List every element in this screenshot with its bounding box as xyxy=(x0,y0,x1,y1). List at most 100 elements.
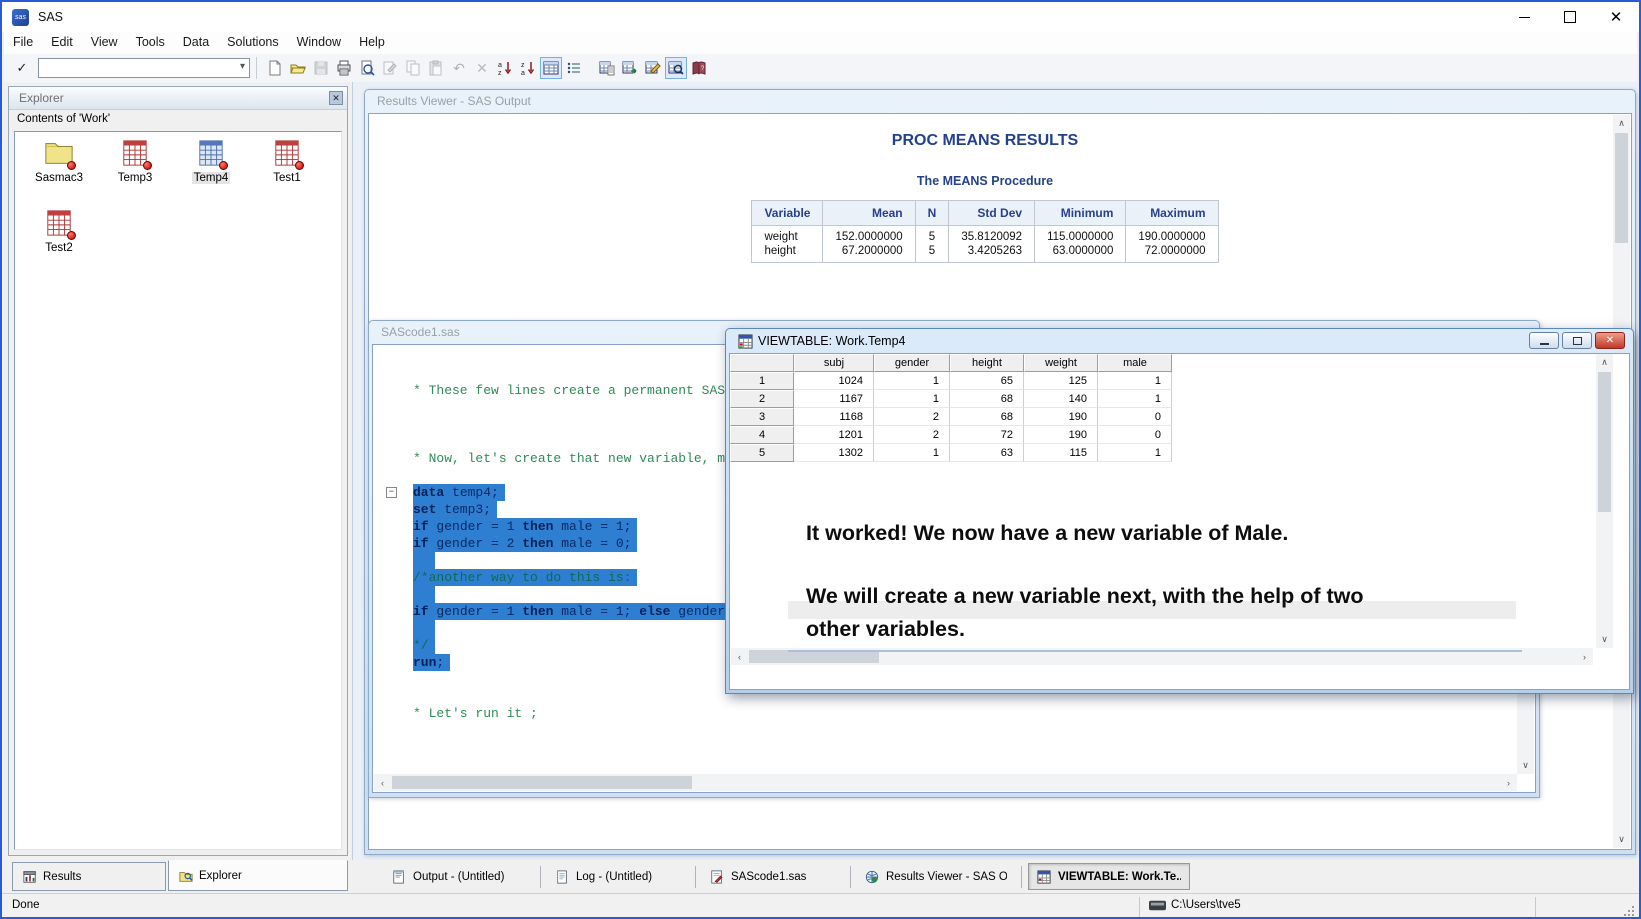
copy-icon[interactable] xyxy=(402,57,424,79)
viewtable-col-height[interactable]: height xyxy=(950,354,1024,372)
scroll-down-icon[interactable]: ∨ xyxy=(1613,831,1630,848)
code-line-19[interactable]: * Let's run it ; xyxy=(413,705,1535,722)
help-book-icon[interactable]: ? xyxy=(688,57,710,79)
viewtable-cell[interactable]: 0 xyxy=(1098,426,1172,444)
row-number-cell[interactable]: 4 xyxy=(730,426,794,444)
viewtable-cell[interactable]: 1024 xyxy=(794,372,874,390)
viewtable-cell[interactable]: 1 xyxy=(874,444,950,462)
scroll-right-icon[interactable]: › xyxy=(1576,648,1593,665)
menu-item-tools[interactable]: Tools xyxy=(127,32,174,54)
scroll-down-icon[interactable]: ∨ xyxy=(1517,757,1534,774)
row-number-cell[interactable]: 3 xyxy=(730,408,794,426)
viewtable-cell[interactable]: 190 xyxy=(1024,426,1098,444)
scroll-left-icon[interactable]: ‹ xyxy=(731,648,748,665)
viewtable-corner-cell[interactable] xyxy=(730,354,794,372)
paste-icon[interactable] xyxy=(425,57,447,79)
viewtable-cell[interactable]: 0 xyxy=(1098,408,1172,426)
menu-item-edit[interactable]: Edit xyxy=(42,32,82,54)
viewtable-cell[interactable]: 63 xyxy=(950,444,1024,462)
paste-table-icon[interactable] xyxy=(619,57,641,79)
viewtable-minimize-button[interactable] xyxy=(1529,332,1559,349)
edit-note-icon[interactable] xyxy=(379,57,401,79)
editor-hscrollbar[interactable]: ‹ › xyxy=(374,774,1517,791)
command-combobox[interactable]: ▾ xyxy=(38,58,250,78)
list-view-icon[interactable] xyxy=(563,57,585,79)
explorer-item-sasmac3[interactable]: Sasmac3 xyxy=(23,138,95,186)
explorer-item-test2[interactable]: Test2 xyxy=(23,208,95,256)
menu-item-file[interactable]: File xyxy=(4,32,42,54)
explorer-item-temp4[interactable]: Temp4 xyxy=(175,138,247,186)
menu-item-solutions[interactable]: Solutions xyxy=(218,32,287,54)
table-view-icon[interactable] xyxy=(540,57,562,79)
taskbar-button-1[interactable]: Output - (Untitled) xyxy=(384,863,534,890)
save-icon[interactable] xyxy=(310,57,332,79)
viewtable-cell[interactable]: 65 xyxy=(950,372,1024,390)
taskbar-button-5[interactable]: VIEWTABLE: Work.Te... xyxy=(1028,863,1190,890)
menu-item-view[interactable]: View xyxy=(82,32,127,54)
viewtable-col-subj[interactable]: subj xyxy=(794,354,874,372)
chevron-down-icon[interactable]: ▾ xyxy=(240,61,245,72)
scroll-up-icon[interactable]: ∧ xyxy=(1596,354,1613,371)
undo-icon[interactable]: ↶ xyxy=(448,57,470,79)
scroll-down-icon[interactable]: ∨ xyxy=(1596,631,1613,648)
viewtable-cell[interactable]: 68 xyxy=(950,408,1024,426)
view-table-icon[interactable] xyxy=(665,57,687,79)
viewtable-cell[interactable]: 72 xyxy=(950,426,1024,444)
viewtable-cell[interactable]: 1167 xyxy=(794,390,874,408)
viewtable-cell[interactable]: 1 xyxy=(1098,372,1172,390)
viewtable-close-button[interactable]: ✕ xyxy=(1595,332,1625,349)
working-directory[interactable]: C:\Users\tve5 xyxy=(1149,899,1241,911)
submit-command-icon[interactable]: ✓ xyxy=(12,58,32,78)
open-folder-icon[interactable] xyxy=(287,57,309,79)
viewtable-cell[interactable]: 115 xyxy=(1024,444,1098,462)
viewtable-cell[interactable]: 1302 xyxy=(794,444,874,462)
viewtable-cell[interactable]: 2 xyxy=(874,408,950,426)
viewtable-cell[interactable]: 125 xyxy=(1024,372,1098,390)
sort-descending-icon[interactable]: za xyxy=(517,57,539,79)
minimize-button[interactable] xyxy=(1501,2,1547,32)
viewtable-col-weight[interactable]: weight xyxy=(1024,354,1098,372)
tab-explorer[interactable]: Explorer xyxy=(168,860,348,891)
explorer-item-temp3[interactable]: Temp3 xyxy=(99,138,171,186)
scroll-right-icon[interactable]: › xyxy=(1500,774,1517,791)
taskbar-button-3[interactable]: SAScode1.sas xyxy=(702,863,844,890)
viewtable-restore-button[interactable] xyxy=(1562,332,1592,349)
scroll-thumb[interactable] xyxy=(392,776,692,789)
viewtable-cell[interactable]: 1201 xyxy=(794,426,874,444)
explorer-close-icon[interactable]: ✕ xyxy=(329,91,343,105)
scroll-left-icon[interactable]: ‹ xyxy=(374,774,391,791)
results-viewer-titlebar[interactable]: Results Viewer - SAS Output xyxy=(368,90,1632,113)
viewtable-cell[interactable]: 2 xyxy=(874,426,950,444)
scroll-up-icon[interactable]: ∧ xyxy=(1613,115,1630,132)
row-number-cell[interactable]: 5 xyxy=(730,444,794,462)
app-titlebar[interactable]: sas SAS ✕ xyxy=(2,2,1639,32)
copy-table-icon[interactable] xyxy=(596,57,618,79)
viewtable-cell[interactable]: 1 xyxy=(1098,390,1172,408)
viewtable-cell[interactable]: 1 xyxy=(1098,444,1172,462)
row-number-cell[interactable]: 2 xyxy=(730,390,794,408)
viewtable-cell[interactable]: 1 xyxy=(874,372,950,390)
viewtable-cell[interactable]: 140 xyxy=(1024,390,1098,408)
scroll-thumb[interactable] xyxy=(1598,372,1611,512)
maximize-button[interactable] xyxy=(1547,2,1593,32)
explorer-item-test1[interactable]: Test1 xyxy=(251,138,323,186)
menu-item-data[interactable]: Data xyxy=(174,32,218,54)
menu-item-help[interactable]: Help xyxy=(350,32,394,54)
command-input[interactable] xyxy=(41,60,230,77)
viewtable-cell[interactable]: 1 xyxy=(874,390,950,408)
sort-ascending-icon[interactable]: az xyxy=(494,57,516,79)
close-button[interactable]: ✕ xyxy=(1593,2,1639,32)
collapse-minus-icon[interactable]: − xyxy=(386,487,397,498)
viewtable-vscrollbar[interactable]: ∧ ∨ xyxy=(1596,354,1613,648)
taskbar-button-4[interactable]: Results Viewer - SAS Ou... xyxy=(857,863,1015,890)
delete-icon[interactable]: ✕ xyxy=(471,57,493,79)
explorer-titlebar[interactable]: Explorer ✕ xyxy=(9,87,347,110)
taskbar-button-2[interactable]: Log - (Untitled) xyxy=(547,863,689,890)
print-preview-icon[interactable] xyxy=(356,57,378,79)
viewtable-cell[interactable]: 190 xyxy=(1024,408,1098,426)
viewtable-cell[interactable]: 68 xyxy=(950,390,1024,408)
tab-results[interactable]: Results xyxy=(12,862,166,891)
new-document-icon[interactable] xyxy=(264,57,286,79)
viewtable-cell[interactable]: 1168 xyxy=(794,408,874,426)
viewtable-col-male[interactable]: male xyxy=(1098,354,1172,372)
